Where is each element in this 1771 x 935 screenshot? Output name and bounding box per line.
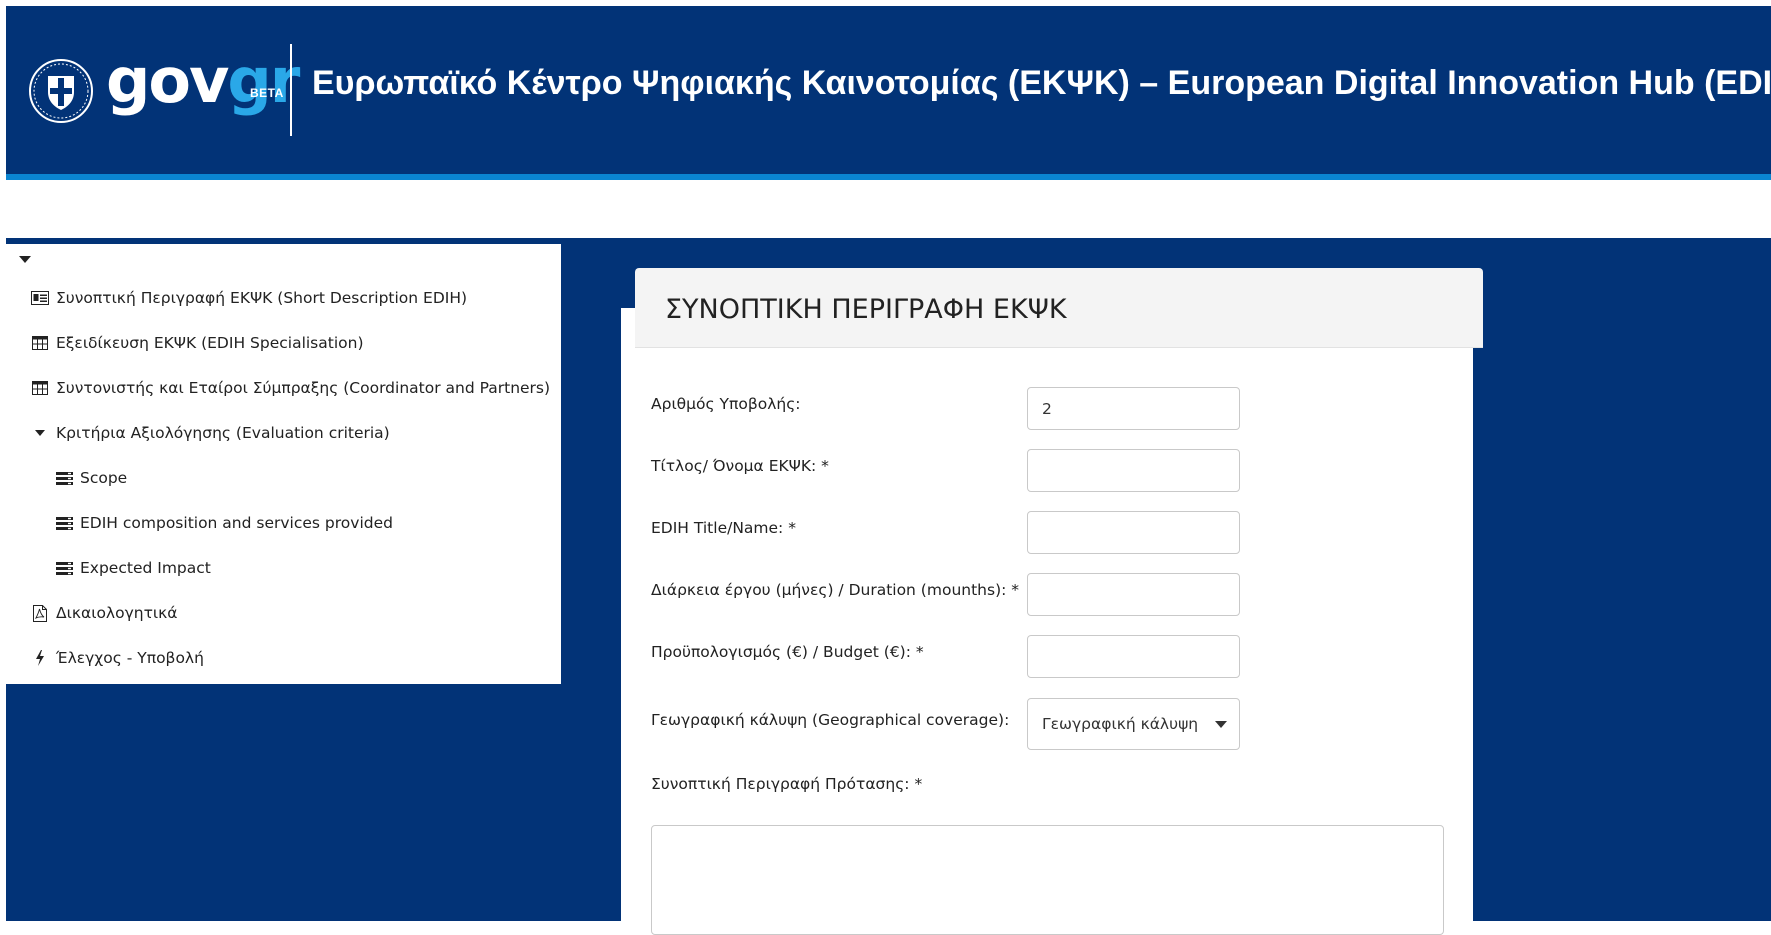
sidebar-item-label: Συνοπτική Περιγραφή ΕΚΨΚ (Short Descript… (56, 289, 468, 307)
duration-label: Διάρκεια έργου (μήνες) / Duration (mount… (651, 581, 1020, 599)
header-divider (290, 44, 292, 136)
geographical-coverage-select[interactable]: Γεωγραφική κάλυψη (1027, 698, 1240, 750)
pdf-file-icon (30, 604, 50, 622)
list-icon (54, 469, 74, 487)
geographical-coverage-value: Γεωγραφική κάλυψη (1042, 715, 1199, 733)
edih-title-field[interactable] (1027, 511, 1240, 554)
sidebar-item-check-submit[interactable]: Έλεγχος - Υποβολή (30, 646, 204, 670)
sidebar-item-scope[interactable]: Scope (54, 466, 127, 490)
form-panel-header: ΣΥΝΟΠΤΙΚΗ ΠΕΡΙΓΡΑΦΗ ΕΚΨΚ (635, 268, 1483, 348)
logo-gr-text: gr (227, 44, 300, 117)
header-accent-line (6, 174, 1771, 180)
list-icon (54, 559, 74, 577)
sidebar-item-coordinator-partners[interactable]: Συντονιστής και Εταίροι Σύμπραξης (Coord… (30, 376, 550, 400)
sidebar-item-label: Κριτήρια Αξιολόγησης (Evaluation criteri… (56, 424, 390, 442)
site-title: Ευρωπαϊκό Κέντρο Ψηφιακής Καινοτομίας (Ε… (312, 64, 1771, 102)
budget-field[interactable] (1027, 635, 1240, 678)
title-name-gr-label: Τίτλος/ Όνομα ΕΚΨΚ: * (651, 457, 829, 475)
caret-down-icon[interactable] (30, 424, 50, 442)
proposal-description-label: Συνοπτική Περιγραφή Πρότασης: * (651, 775, 923, 793)
sidebar-item-documents[interactable]: Δικαιολογητικά (30, 601, 178, 625)
proposal-description-textarea[interactable] (651, 825, 1444, 935)
sidebar-item-label: EDIH composition and services provided (80, 514, 393, 532)
sidebar-item-label: Expected Impact (80, 559, 211, 577)
greek-coat-of-arms-icon (29, 59, 93, 123)
sidebar-item-expected-impact[interactable]: Expected Impact (54, 556, 211, 580)
table-icon (30, 379, 50, 397)
beta-badge: BETA (250, 86, 284, 100)
sidebar-item-label: Εξειδίκευση ΕΚΨΚ (EDIH Specialisation) (56, 334, 364, 352)
table-icon (30, 334, 50, 352)
sidebar-item-label: Scope (80, 469, 128, 487)
geographical-coverage-label: Γεωγραφική κάλυψη (Geographical coverage… (651, 711, 1010, 729)
form-title: ΣΥΝΟΠΤΙΚΗ ΠΕΡΙΓΡΑΦΗ ΕΚΨΚ (665, 294, 1067, 325)
id-card-icon (30, 289, 50, 307)
title-name-gr-field[interactable] (1027, 449, 1240, 492)
duration-field[interactable] (1027, 573, 1240, 616)
bolt-icon (30, 649, 50, 667)
sidebar-item-label: Συντονιστής και Εταίροι Σύμπραξης (Coord… (56, 379, 551, 397)
list-icon (54, 514, 74, 532)
sidebar-item-label: Δικαιολογητικά (56, 604, 178, 622)
sidebar-item-short-description[interactable]: Συνοπτική Περιγραφή ΕΚΨΚ (Short Descript… (30, 286, 467, 310)
submission-number-label: Αριθμός Υποβολής: (651, 395, 801, 413)
sidebar-item-specialisation[interactable]: Εξειδίκευση ΕΚΨΚ (EDIH Specialisation) (30, 331, 364, 355)
sidebar-item-edih-composition[interactable]: EDIH composition and services provided (54, 511, 393, 535)
tree-collapse-icon[interactable] (19, 256, 31, 263)
edih-title-label: EDIH Title/Name: * (651, 519, 796, 537)
sidebar-item-evaluation-criteria[interactable]: Κριτήρια Αξιολόγησης (Evaluation criteri… (30, 421, 390, 445)
logo-gov-text: gov (106, 44, 229, 117)
chevron-down-icon (1215, 721, 1227, 728)
budget-label: Προϋπολογισμός (€) / Budget (€): * (651, 643, 924, 661)
govgr-logo[interactable]: gov gr (106, 44, 300, 124)
sidebar-item-label: Έλεγχος - Υποβολή (56, 649, 204, 667)
submission-number-field[interactable]: 2 (1027, 387, 1240, 430)
